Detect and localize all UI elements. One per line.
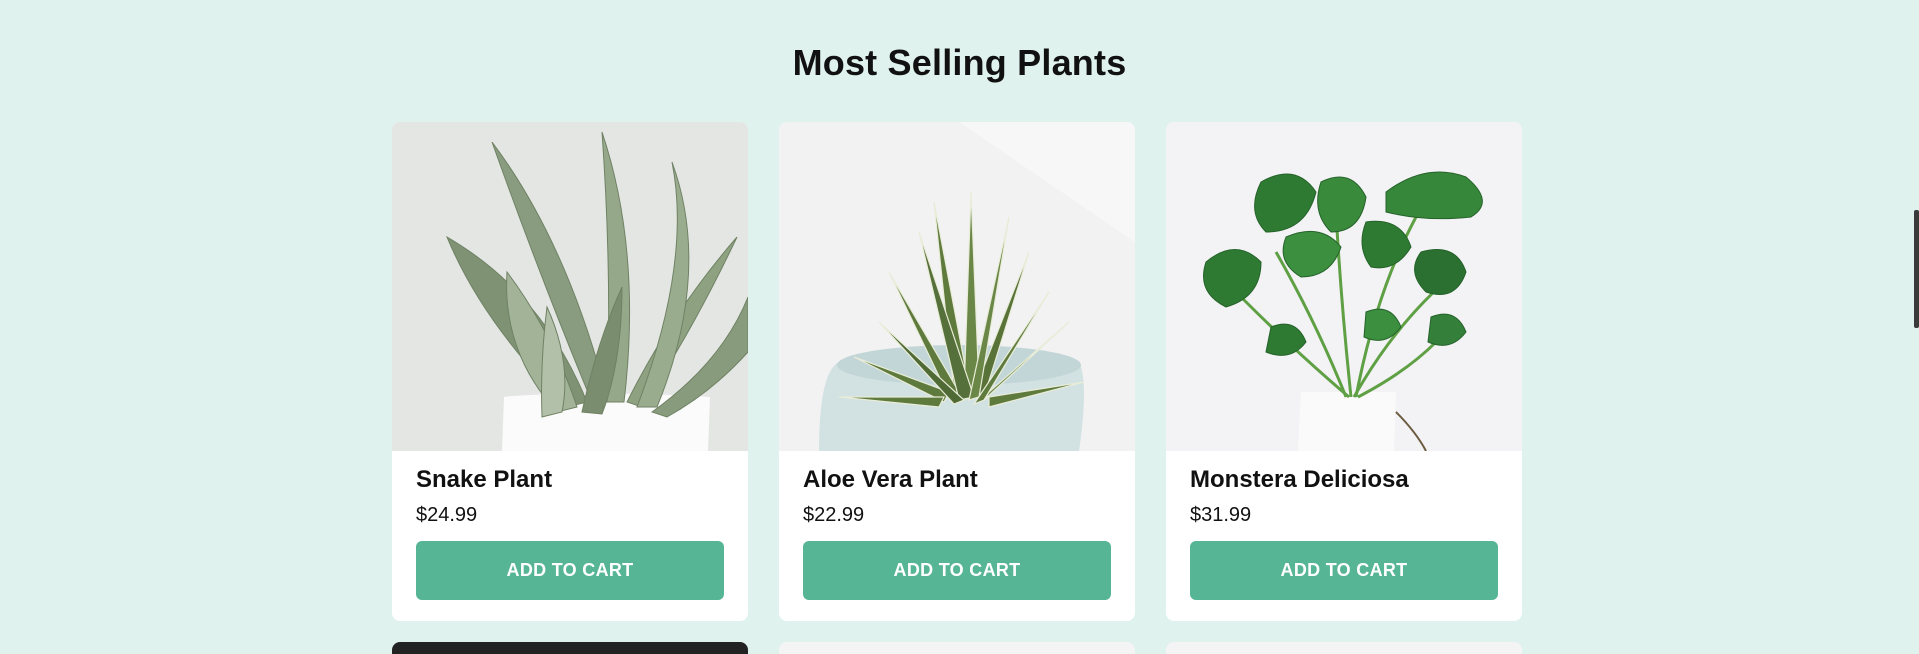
product-card-next-row (392, 642, 748, 654)
section-title: Most Selling Plants (792, 42, 1127, 84)
scrollbar-thumb[interactable] (1914, 210, 1919, 328)
product-price: $31.99 (1190, 504, 1252, 526)
add-to-cart-button[interactable]: ADD TO CART (1190, 541, 1498, 600)
product-name: Monstera Deliciosa (1190, 466, 1409, 493)
add-to-cart-button[interactable]: ADD TO CART (416, 541, 724, 600)
product-price: $22.99 (803, 504, 865, 526)
aloe-vera-image (779, 122, 1135, 451)
product-card: Snake Plant $24.99 ADD TO CART (392, 122, 748, 621)
add-to-cart-button[interactable]: ADD TO CART (803, 541, 1111, 600)
snake-plant-image (392, 122, 748, 451)
product-price: $24.99 (416, 504, 478, 526)
product-name: Snake Plant (416, 466, 553, 493)
product-name: Aloe Vera Plant (803, 466, 978, 493)
monstera-image (1166, 122, 1522, 451)
product-card-next-row (779, 642, 1135, 654)
product-card-next-row (1166, 642, 1522, 654)
product-card: Aloe Vera Plant $22.99 ADD TO CART (779, 122, 1135, 621)
product-card: Monstera Deliciosa $31.99 ADD TO CART (1166, 122, 1522, 621)
